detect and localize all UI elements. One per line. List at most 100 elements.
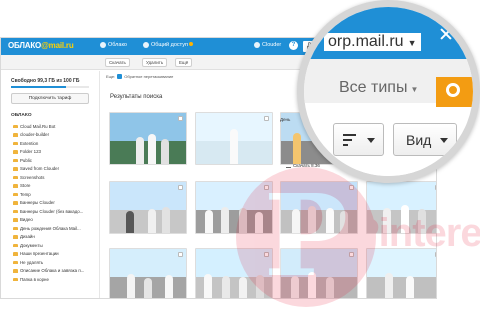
download-icon [286, 164, 291, 168]
folder-item[interactable]: Не удалять [13, 258, 99, 267]
folder-icon [13, 252, 18, 256]
sort-button[interactable] [333, 123, 384, 156]
folder-item[interactable]: clouder-builder [13, 131, 99, 140]
select-checkbox[interactable] [349, 252, 354, 257]
delete-button[interactable]: Удалить [142, 58, 168, 67]
photo-thumbnail[interactable] [280, 181, 358, 234]
photo-thumbnail[interactable] [195, 248, 273, 298]
close-icon[interactable] [439, 27, 453, 41]
folder-item[interactable]: Store [13, 182, 99, 191]
folder-icon [13, 269, 18, 273]
photo-person [308, 206, 316, 233]
search-button[interactable] [436, 77, 473, 107]
sort-icon-line [343, 144, 348, 146]
folder-icon [13, 150, 18, 154]
shared-icon [143, 42, 149, 48]
photo-person [256, 275, 264, 298]
photo-person [136, 137, 144, 164]
photo-sky [196, 249, 272, 278]
folder-icon [13, 133, 18, 137]
photo-person [148, 134, 156, 164]
photo-person [162, 207, 170, 233]
folder-item[interactable]: Баннеры Clouder [13, 199, 99, 208]
folder-item[interactable]: Дизайн [13, 233, 99, 242]
connect-plan-button[interactable]: Подключить тариф [11, 93, 89, 104]
folder-icon [13, 141, 18, 145]
photo-person [383, 208, 391, 233]
select-checkbox[interactable] [178, 252, 183, 257]
photo-thumbnail[interactable] [366, 181, 436, 234]
folder-icon [13, 175, 18, 179]
file-type-filter[interactable]: Все типы ▼ [339, 79, 418, 97]
photo-person [221, 207, 229, 233]
photo-person [385, 273, 393, 298]
photo-thumbnail[interactable] [109, 248, 187, 298]
select-checkbox[interactable] [435, 185, 436, 190]
photo-person [205, 210, 213, 233]
download-button[interactable]: Скачать [105, 58, 130, 67]
cloud-mail-logo[interactable]: ОБЛАКО@mail.ru [8, 41, 74, 50]
photo-sky [110, 249, 186, 278]
photo-person [418, 209, 426, 233]
folder-icon [13, 184, 18, 188]
nav-cloud[interactable]: Облако [100, 42, 127, 48]
photo-thumbnail[interactable] [195, 181, 273, 234]
folder-item[interactable]: Extention [13, 139, 99, 148]
photo-thumbnail[interactable] [280, 248, 358, 298]
folder-item[interactable]: Public [13, 156, 99, 165]
folder-icon [13, 235, 18, 239]
select-checkbox[interactable] [178, 116, 183, 121]
photo-person [340, 211, 348, 233]
photo-thumbnail[interactable] [195, 112, 273, 165]
folder-item[interactable]: Наши презентации [13, 250, 99, 259]
folder-item[interactable]: Cloud Mail.Ru Bot [13, 122, 99, 131]
view-button[interactable]: Вид [393, 123, 457, 156]
folder-item[interactable]: День рождения Облака Mail... [13, 224, 99, 233]
folder-item[interactable]: Описание Облака и завязка п... [13, 267, 99, 276]
photo-person [291, 276, 299, 298]
help-icon[interactable]: ? [289, 41, 298, 50]
folder-icon [13, 218, 18, 222]
magnified-account-domain[interactable]: orp.mail.ru ▼ [324, 33, 421, 51]
nav-clouder[interactable]: Clouder [254, 42, 281, 48]
select-checkbox[interactable] [264, 185, 269, 190]
photo-ground [367, 277, 436, 298]
folder-item[interactable]: Saved from Clouder [13, 165, 99, 174]
photo-sky [110, 182, 186, 211]
sort-icon-line [343, 139, 352, 141]
more-button[interactable]: Ещё [175, 58, 193, 67]
photo-thumbnail[interactable] [366, 248, 436, 298]
photo-thumbnail[interactable] [109, 181, 187, 234]
notification-badge [188, 41, 193, 46]
folder-item[interactable]: Документы [13, 241, 99, 250]
nav-shared-access[interactable]: Общий доступ [143, 41, 193, 48]
folder-item[interactable]: Folder 123 [13, 148, 99, 157]
select-checkbox[interactable] [264, 252, 269, 257]
cloud-icon [100, 42, 106, 48]
photo-person [165, 275, 173, 298]
select-checkbox[interactable] [264, 116, 269, 121]
filter-checkbox[interactable] [117, 74, 123, 79]
sidebar: Свободно 99,3 ГБ из 100 ГБ Подключить та… [1, 71, 100, 298]
folder-item[interactable]: Папка в корне [13, 275, 99, 284]
folder-icon [13, 167, 18, 171]
photo-person [293, 133, 301, 164]
photo-thumbnail[interactable] [109, 112, 187, 165]
folder-item[interactable]: Temp [13, 190, 99, 199]
photo-person [401, 205, 409, 233]
folder-item[interactable]: Баннеры Clouder (без вакадо... [13, 207, 99, 216]
photo-person [127, 274, 135, 298]
photo-person [255, 212, 263, 233]
photo-sky [196, 182, 272, 211]
selected-photo-title: День [280, 117, 291, 122]
select-checkbox[interactable] [178, 185, 183, 190]
folder-item[interactable]: Видео [13, 216, 99, 225]
photo-person [326, 277, 334, 298]
folder-icon [13, 209, 18, 213]
magnified-search-row: Все типы ▼ [304, 59, 473, 107]
select-checkbox[interactable] [435, 252, 436, 257]
folder-icon [13, 277, 18, 281]
select-checkbox[interactable] [349, 185, 354, 190]
folder-item[interactable]: Screenshots [13, 173, 99, 182]
photo-person [308, 272, 316, 298]
